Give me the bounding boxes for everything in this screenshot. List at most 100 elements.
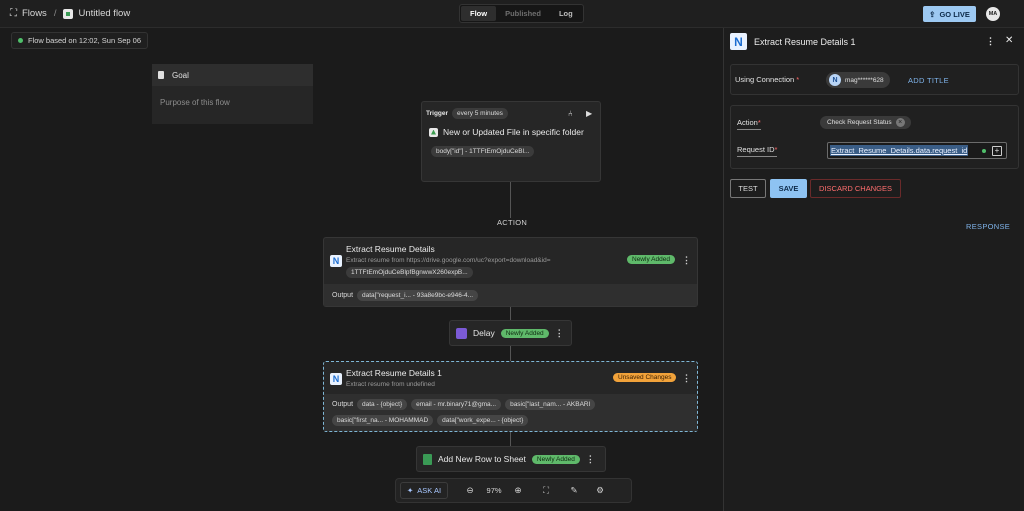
trigger-interval[interactable]: every 5 minutes [452, 108, 508, 119]
connector-line [510, 307, 511, 320]
goal-title: Goal [172, 70, 189, 80]
output-label: Output [332, 291, 354, 299]
step-config-panel: N Extract Resume Details 1 ⋮ ✕ Using Con… [723, 28, 1024, 511]
connection-chip[interactable]: N mag******628 [826, 72, 890, 88]
fit-view-icon[interactable]: ⛶ [538, 485, 554, 496]
output-pill[interactable]: data - {object} [357, 398, 408, 410]
step-output-bar: Output data["request_i... - 93a8e9bc-e94… [324, 284, 697, 306]
flows-icon: ⛶ [10, 8, 17, 19]
connection-section: Using Connection * N mag******628 ADD TI… [730, 64, 1019, 95]
request-id-label: Request ID* [737, 145, 778, 157]
step-subtitle-pill[interactable]: 1TTFtEmOjduCeBlpfBgnwwX260expB... [346, 267, 473, 278]
go-live-label: GO LIVE [939, 9, 970, 19]
trigger-title: New or Updated File in specific folder [443, 127, 584, 137]
tab-log[interactable]: Log [550, 6, 582, 21]
request-id-value: Extract_Resume_Details.data.request_id [830, 145, 969, 156]
ask-ai-button[interactable]: ✦ ASK AI [400, 482, 449, 499]
trigger-label: Trigger [426, 110, 449, 117]
status-badge: Newly Added [627, 255, 675, 264]
action-section-label: ACTION [497, 218, 528, 227]
zoom-in-icon[interactable]: ⊕ [510, 485, 526, 496]
step-subtitle: Extract resume from undefined [346, 381, 435, 388]
play-icon[interactable]: ▶ [586, 109, 592, 118]
status-badge: Newly Added [531, 454, 580, 464]
output-pill[interactable]: data["request_i... - 93a8e9bc-e946-4... [357, 289, 479, 301]
sparkle-icon: ✦ [407, 486, 414, 495]
goal-purpose[interactable]: Purpose of this flow [152, 86, 313, 119]
save-button[interactable]: SAVE [770, 179, 807, 198]
nanonets-icon: N [330, 255, 342, 267]
google-drive-icon [429, 127, 438, 137]
breadcrumb-flows[interactable]: Flows [22, 8, 47, 19]
notes-icon[interactable]: ✎ [566, 485, 582, 496]
discard-changes-button[interactable]: DISCARD CHANGES [810, 179, 901, 198]
tab-flow[interactable]: Flow [461, 6, 497, 21]
nanonets-icon: N [330, 373, 342, 385]
status-badge: Unsaved Changes [613, 373, 677, 382]
panel-title: Extract Resume Details 1 [754, 36, 856, 47]
action-section: Action* Check Request Status × Request I… [730, 105, 1019, 169]
google-sheets-icon [423, 453, 432, 465]
top-bar: ⛶ Flows / Untitled flow Flow Published L… [0, 0, 1024, 28]
trigger-output-pill[interactable]: body["id"] - 1TTFtEmOjduCeBl... [431, 146, 535, 157]
go-live-button[interactable]: ⇪ GO LIVE [923, 6, 976, 22]
more-options-icon[interactable]: ⋮ [682, 373, 691, 384]
zoom-out-icon[interactable]: ⊖ [462, 485, 478, 496]
connection-value: mag******628 [845, 76, 884, 84]
breadcrumb-separator: / [53, 8, 57, 19]
valid-dot-icon [982, 149, 986, 153]
output-pill[interactable]: basic["last_nam... - AKBARI [505, 398, 596, 410]
insert-variable-icon[interactable]: + [992, 146, 1002, 156]
add-row-title: Add New Row to Sheet [438, 454, 526, 464]
add-title-link[interactable]: ADD TITLE [908, 76, 949, 85]
breadcrumb: ⛶ Flows / Untitled flow [10, 8, 130, 19]
add-row-step[interactable]: Add New Row to Sheet Newly Added ⋮ [416, 446, 606, 472]
more-options-icon[interactable]: ⋮ [555, 328, 564, 339]
zoom-level: 97% [486, 486, 502, 495]
close-icon[interactable]: ✕ [1005, 35, 1013, 46]
output-pill[interactable]: data["work_expe... - {object} [437, 415, 529, 427]
output-pill[interactable]: basic["first_na... - MOHAMMAD [332, 415, 434, 427]
view-tabs: Flow Published Log [459, 4, 584, 23]
more-options-icon[interactable]: ⋮ [986, 36, 995, 47]
avatar[interactable]: MA [986, 7, 1000, 21]
connector-line [510, 182, 511, 218]
test-button[interactable]: TEST [730, 179, 766, 198]
connector-line [510, 346, 511, 361]
upload-icon: ⇪ [929, 9, 936, 19]
output-label: Output [332, 400, 354, 408]
canvas-toolbar: ✦ ASK AI ⊖ 97% ⊕ ⛶ ✎ ⚙ [395, 478, 632, 503]
goal-header: Goal [152, 64, 313, 86]
output-pill[interactable]: email - mr.binary71@gma... [411, 398, 502, 410]
panel-header: N Extract Resume Details 1 ⋮ ✕ [724, 28, 1024, 55]
nanonets-icon: N [730, 33, 747, 50]
response-link[interactable]: RESPONSE [966, 222, 1010, 231]
step-card-extract-resume[interactable]: N Extract Resume Details Extract resume … [323, 237, 698, 307]
action-label: Action* [737, 118, 761, 130]
step-title: Extract Resume Details [346, 244, 435, 254]
flow-version-text: Flow based on 12:02, Sun Sep 06 [28, 36, 141, 45]
delay-title: Delay [473, 328, 495, 338]
trigger-card[interactable]: Trigger every 5 minutes ⑃ ▶ New or Updat… [421, 101, 601, 182]
branch-icon[interactable]: ⑃ [568, 109, 573, 118]
more-options-icon[interactable]: ⋮ [682, 255, 691, 266]
document-icon [158, 71, 164, 79]
action-value: Check Request Status [827, 119, 892, 126]
action-chip[interactable]: Check Request Status × [820, 116, 911, 129]
step-title: Extract Resume Details 1 [346, 368, 442, 378]
delay-step[interactable]: Delay Newly Added ⋮ [449, 320, 572, 346]
nanonets-icon: N [829, 74, 841, 86]
remove-icon[interactable]: × [895, 118, 905, 127]
user-settings-icon[interactable]: ⚙ [592, 485, 608, 496]
request-id-input[interactable]: Extract_Resume_Details.data.request_id + [827, 142, 1007, 159]
more-options-icon[interactable]: ⋮ [586, 454, 595, 465]
step-subtitle: Extract resume from https://drive.google… [346, 257, 551, 264]
flow-file-icon [63, 8, 74, 19]
flow-name[interactable]: Untitled flow [78, 8, 130, 19]
connection-label: Using Connection * [735, 75, 800, 84]
step-card-extract-resume-1[interactable]: N Extract Resume Details 1 Extract resum… [323, 361, 698, 432]
status-badge: Newly Added [500, 328, 549, 338]
tab-published[interactable]: Published [496, 6, 550, 21]
goal-card[interactable]: Goal Purpose of this flow [152, 64, 313, 124]
connector-line [510, 432, 511, 446]
